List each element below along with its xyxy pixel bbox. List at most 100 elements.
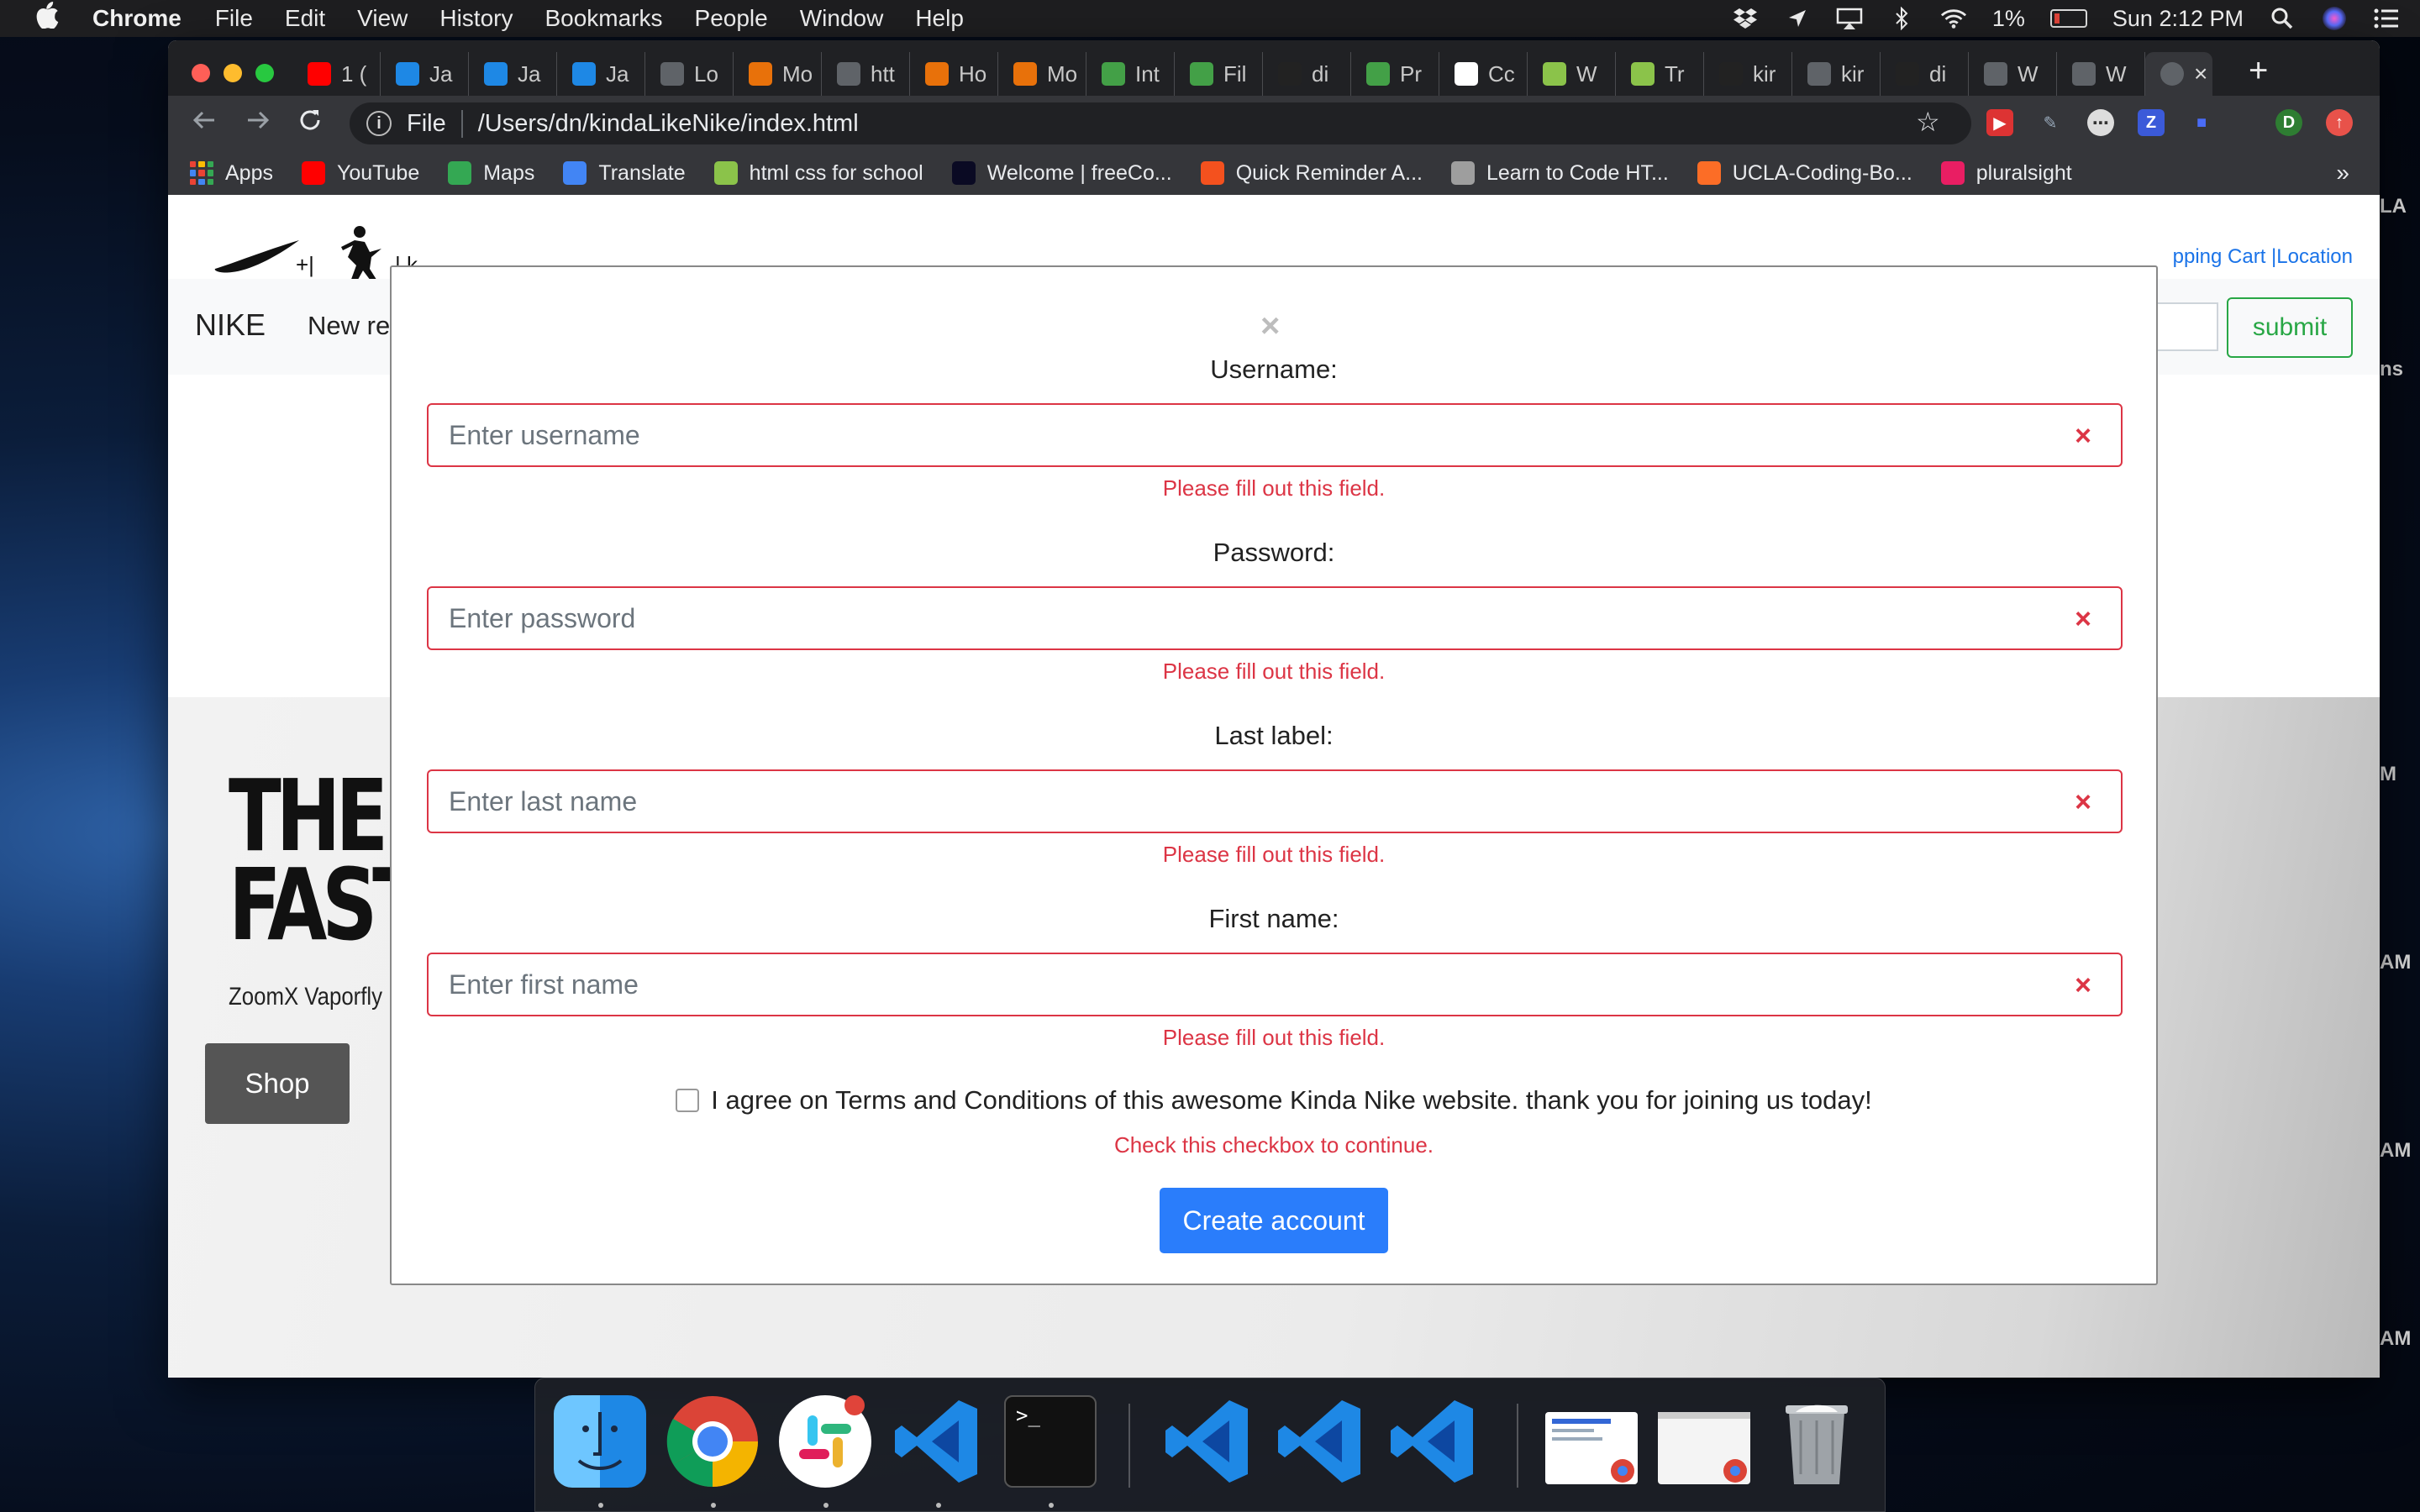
last-name-input[interactable] (427, 769, 2123, 833)
browser-tab[interactable]: Ja (469, 52, 557, 96)
bookmark-item[interactable]: UCLA-Coding-Bo... (1697, 161, 1912, 186)
spotlight-search-icon[interactable] (2269, 7, 2296, 30)
browser-tab[interactable]: Ja (381, 52, 469, 96)
reload-icon[interactable] (297, 108, 323, 140)
tab-title: Lo (694, 60, 718, 87)
extension-screencast-icon[interactable]: ▶ (1986, 109, 2013, 136)
bookmark-item[interactable]: Maps (448, 161, 534, 186)
bookmark-star-icon[interactable]: ☆ (1916, 106, 1940, 138)
password-input[interactable] (427, 586, 2123, 650)
app-name-menu[interactable]: Chrome (92, 5, 182, 32)
back-arrow-icon[interactable] (192, 108, 217, 140)
forward-arrow-icon[interactable] (245, 108, 271, 140)
browser-tab[interactable]: Int (1086, 52, 1175, 96)
tab-favicon-icon (2160, 62, 2184, 86)
terminal-icon[interactable]: >_ (1004, 1395, 1097, 1488)
bookmarks-overflow-button[interactable]: » (2336, 160, 2349, 186)
close-tab-icon[interactable]: × (2194, 60, 2207, 87)
airplay-icon[interactable] (1836, 7, 1863, 30)
browser-tab[interactable]: Mo (998, 52, 1086, 96)
browser-tab[interactable]: Tr (1616, 52, 1704, 96)
zoom-window-button[interactable] (255, 64, 274, 82)
bookmark-item[interactable]: Apps (190, 161, 273, 186)
browser-tab[interactable]: Lo (645, 52, 734, 96)
browser-tab[interactable]: W (2057, 52, 2145, 96)
slack-icon[interactable] (779, 1395, 871, 1488)
dropbox-icon[interactable] (1732, 7, 1759, 30)
menu-people[interactable]: People (695, 5, 768, 32)
extension-square-icon[interactable]: ■ (2188, 109, 2215, 136)
minimize-window-button[interactable] (224, 64, 242, 82)
siri-icon[interactable] (2321, 7, 2348, 30)
browser-tab[interactable]: kir (1704, 52, 1792, 96)
first-name-input[interactable] (427, 953, 2123, 1016)
vscode-icon[interactable] (1275, 1395, 1367, 1488)
menu-history[interactable]: History (439, 5, 513, 32)
bookmark-item[interactable]: pluralsight (1940, 161, 2072, 186)
bookmark-item[interactable]: YouTube (301, 161, 419, 186)
browser-tab[interactable]: di (1263, 52, 1351, 96)
bookmark-item[interactable]: Welcome | freeCo... (951, 161, 1172, 186)
terms-checkbox[interactable] (676, 1089, 700, 1112)
browser-tab[interactable]: Pr (1351, 52, 1439, 96)
location-arrow-icon[interactable] (1784, 7, 1811, 30)
bookmark-item[interactable]: Translate (563, 161, 686, 186)
extension-pen-icon[interactable]: ✎ (2037, 109, 2064, 136)
browser-tab[interactable]: Ja (557, 52, 645, 96)
top-links[interactable]: pping Cart |Location (2173, 245, 2353, 269)
bluetooth-icon[interactable] (1888, 7, 1915, 30)
menu-file[interactable]: File (215, 5, 253, 32)
menu-bookmarks[interactable]: Bookmarks (544, 5, 662, 32)
close-icon[interactable]: × (1260, 309, 1280, 343)
browser-tab[interactable]: 1 ( (292, 52, 381, 96)
menu-window[interactable]: Window (800, 5, 884, 32)
new-tab-button[interactable]: + (2249, 52, 2268, 90)
profile-avatar[interactable]: D (2275, 109, 2302, 136)
site-info-icon[interactable]: i (366, 111, 392, 136)
chrome-window-icon[interactable] (1658, 1412, 1750, 1484)
browser-tab[interactable]: htt (822, 52, 910, 96)
update-icon[interactable]: ↑ (2326, 109, 2353, 136)
vscode-icon[interactable] (892, 1395, 984, 1488)
browser-tab[interactable]: kir (1792, 52, 1881, 96)
terminal-prompt: >_ (1016, 1404, 1040, 1427)
tab-favicon-icon (1013, 62, 1037, 86)
nav-link-new-releases[interactable]: New re (308, 311, 390, 341)
browser-tab[interactable]: di (1881, 52, 1969, 96)
close-window-button[interactable] (192, 64, 210, 82)
navbar-brand[interactable]: NIKE (195, 307, 266, 343)
site-search-submit-button[interactable]: submit (2227, 297, 2353, 358)
browser-tab[interactable]: Cc (1439, 52, 1528, 96)
terms-label[interactable]: I agree on Terms and Conditions of this … (711, 1085, 1871, 1116)
vscode-icon[interactable] (1162, 1395, 1255, 1488)
browser-tab[interactable]: Ho (910, 52, 998, 96)
shop-button[interactable]: Shop (205, 1043, 350, 1124)
trash-icon[interactable] (1770, 1395, 1863, 1488)
browser-tab[interactable]: W (1969, 52, 2057, 96)
bookmark-item[interactable]: Learn to Code HT... (1451, 161, 1669, 186)
chrome-window-icon[interactable] (1545, 1412, 1638, 1484)
battery-icon[interactable] (2049, 9, 2087, 28)
clock[interactable]: Sun 2:12 PM (2112, 6, 2244, 32)
create-account-button[interactable]: Create account (1160, 1188, 1388, 1253)
menu-edit[interactable]: Edit (285, 5, 325, 32)
vscode-icon[interactable] (1387, 1395, 1480, 1488)
extension-z-icon[interactable]: Z (2138, 109, 2165, 136)
wifi-icon[interactable] (1940, 7, 1967, 30)
active-tab[interactable]: × (2145, 52, 2212, 96)
menu-view[interactable]: View (357, 5, 408, 32)
bookmark-item[interactable]: Quick Reminder A... (1200, 161, 1423, 186)
chrome-icon[interactable] (666, 1395, 759, 1488)
menu-help[interactable]: Help (915, 5, 964, 32)
url-text[interactable]: /Users/dn/kindaLikeNike/index.html (478, 110, 859, 138)
username-input[interactable] (427, 403, 2123, 467)
browser-tab[interactable]: W (1528, 52, 1616, 96)
notification-center-icon[interactable] (2373, 7, 2400, 30)
finder-icon[interactable] (554, 1395, 646, 1488)
browser-tab[interactable]: Mo (734, 52, 822, 96)
bookmark-item[interactable]: html css for school (713, 161, 923, 186)
address-bar[interactable]: i File /Users/dn/kindaLikeNike/index.htm… (350, 102, 1971, 144)
extension-dots-icon[interactable]: ⋯ (2087, 109, 2114, 136)
apple-menu-icon[interactable] (30, 2, 64, 35)
browser-tab[interactable]: Fil (1175, 52, 1263, 96)
